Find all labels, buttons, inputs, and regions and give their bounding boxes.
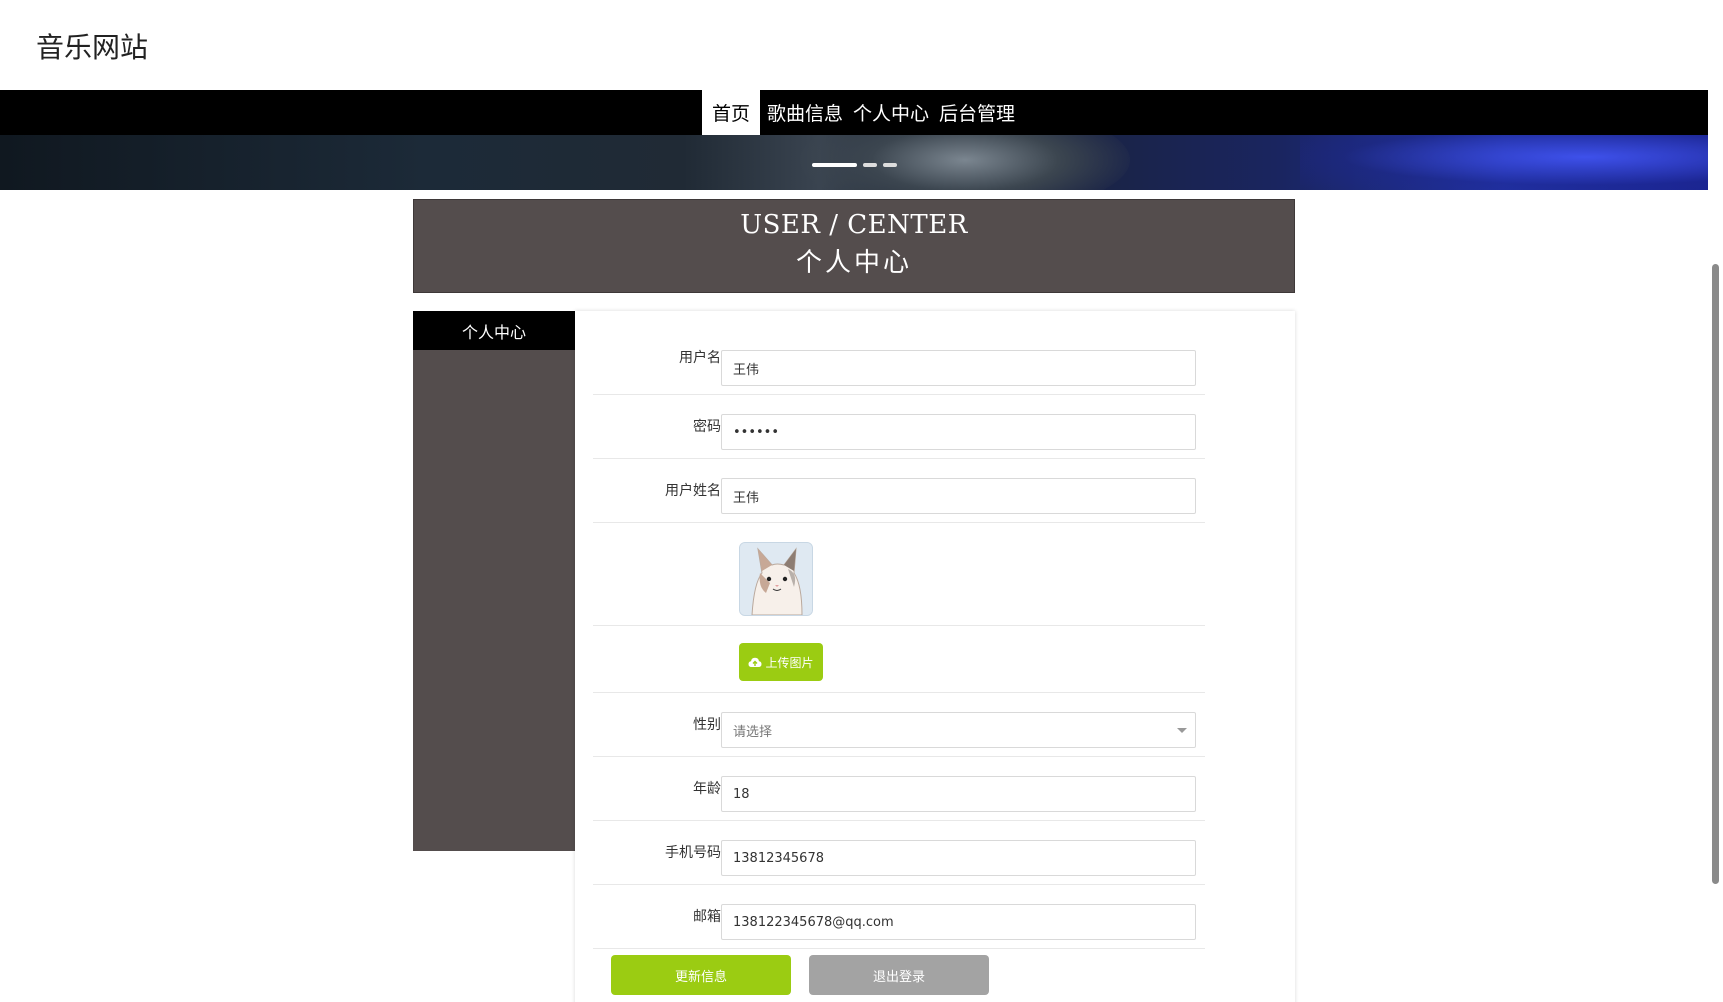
nav-item-admin[interactable]: 后台管理 [934, 90, 1020, 135]
profile-form: 用户名 王伟 密码 •••••• 用户姓名 王伟 上传图片 性别 请选择 年龄 … [575, 311, 1295, 1002]
gender-label: 性别 [693, 717, 721, 733]
age-label: 年龄 [693, 781, 721, 797]
sidebar-item-user-center[interactable]: 个人中心 [413, 311, 575, 350]
upload-image-label: 上传图片 [765, 655, 814, 670]
page: 音乐网站 首页 歌曲信息 个人中心 后台管理 USER / CENTER 个人中… [0, 0, 1723, 1002]
password-input[interactable]: •••••• [721, 414, 1196, 450]
cat-avatar-image [740, 543, 812, 615]
form-row-phone: 手机号码 13812345678 [593, 821, 1205, 885]
carousel-dot-2[interactable] [863, 163, 877, 167]
real-name-input[interactable]: 王伟 [721, 478, 1196, 514]
site-title[interactable]: 音乐网站 [36, 26, 148, 66]
nav-menu: 首页 歌曲信息 个人中心 后台管理 [702, 90, 1020, 135]
banner-glow [1300, 135, 1708, 190]
form-row-gender: 性别 请选择 [593, 693, 1205, 757]
form-row-username: 用户名 王伟 [593, 331, 1205, 395]
age-input[interactable]: 18 [721, 776, 1196, 812]
gender-select[interactable]: 请选择 [721, 712, 1196, 748]
avatar [739, 542, 813, 616]
banner-carousel[interactable] [0, 135, 1708, 190]
nav-item-songs[interactable]: 歌曲信息 [762, 90, 848, 135]
carousel-indicators [812, 163, 897, 167]
real-name-label: 用户姓名 [665, 483, 721, 499]
username-label: 用户名 [679, 350, 721, 366]
sidebar: 个人中心 [413, 311, 575, 851]
phone-input[interactable]: 13812345678 [721, 840, 1196, 876]
gender-select-placeholder: 请选择 [733, 724, 773, 740]
section-title-box: USER / CENTER 个人中心 [413, 199, 1295, 293]
nav-item-user-center[interactable]: 个人中心 [848, 90, 934, 135]
nav-bar: 首页 歌曲信息 个人中心 后台管理 [0, 90, 1708, 135]
form-row-email: 邮箱 138122345678@qq.com [593, 885, 1205, 949]
form-row-avatar [593, 523, 1205, 626]
section-title-en: USER / CENTER [740, 210, 968, 240]
nav-item-home[interactable]: 首页 [702, 90, 761, 135]
section-title-cn: 个人中心 [795, 248, 912, 278]
scrollbar-thumb[interactable] [1712, 264, 1719, 884]
cloud-upload-icon [748, 657, 762, 667]
form-row-password: 密码 •••••• [593, 395, 1205, 459]
username-input[interactable]: 王伟 [721, 350, 1196, 386]
phone-label: 手机号码 [665, 845, 721, 861]
carousel-dot-3[interactable] [883, 163, 897, 167]
site-header: 音乐网站 [0, 0, 1708, 90]
logout-button[interactable]: 退出登录 [809, 955, 989, 995]
email-label: 邮箱 [693, 909, 721, 925]
page-scrollbar[interactable] [1708, 0, 1723, 1002]
chevron-down-icon [1177, 728, 1187, 733]
carousel-dot-1[interactable] [812, 163, 857, 167]
form-row-upload: 上传图片 [593, 626, 1205, 693]
update-info-button[interactable]: 更新信息 [611, 955, 791, 995]
form-row-real-name: 用户姓名 王伟 [593, 459, 1205, 523]
form-row-age: 年龄 18 [593, 757, 1205, 821]
email-input[interactable]: 138122345678@qq.com [721, 904, 1196, 940]
password-label: 密码 [693, 419, 721, 435]
upload-image-button[interactable]: 上传图片 [739, 643, 823, 681]
